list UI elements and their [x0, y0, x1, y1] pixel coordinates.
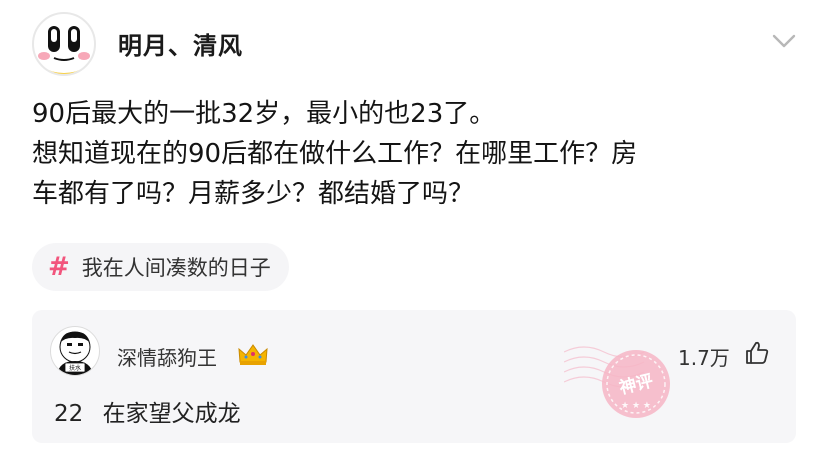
comment-text-row: 22 在家望父成龙 — [54, 394, 241, 428]
post-line: 想知道现在的90后都在做什么工作？在哪里工作？房 — [32, 139, 638, 169]
hashtag-icon: # — [48, 252, 70, 282]
like-count: 1.7万 — [678, 346, 730, 370]
commenter-avatar[interactable]: 扶水 — [50, 326, 100, 376]
crown-icon — [238, 344, 268, 365]
avatar-caption: 扶水 — [69, 364, 81, 372]
post-line: 90后最大的一批32岁，最小的也23了。 — [32, 99, 496, 129]
meme-face-icon: 扶水 — [57, 331, 93, 375]
post-text: 90后最大的一批32岁，最小的也23了。 想知道现在的90后都在做什么工作？在哪… — [32, 94, 802, 214]
svg-text:★ ★ ★: ★ ★ ★ — [621, 401, 651, 411]
hot-comment-card[interactable]: 神评 ★ ★ ★ 扶水 深情舔狗王 1.7万 22 在家望父成龙 — [32, 310, 796, 443]
author-avatar[interactable] — [32, 12, 96, 76]
shenping-stamp-icon: 神评 ★ ★ ★ — [564, 346, 670, 418]
post-line: 车都有了吗？月薪多少？都结婚了吗？ — [32, 179, 475, 209]
topic-tag[interactable]: # 我在人间凑数的日子 — [32, 243, 289, 291]
cartoon-face-icon — [38, 26, 90, 74]
chevron-down-icon[interactable] — [768, 28, 800, 54]
topic-label: 我在人间凑数的日子 — [81, 256, 271, 280]
comment-text: 在家望父成龙 — [102, 401, 241, 427]
thumb-up-icon[interactable] — [744, 340, 770, 366]
commenter-name[interactable]: 深情舔狗王 — [117, 342, 217, 371]
author-name[interactable]: 明月、清风 — [118, 26, 243, 61]
comment-number: 22 — [54, 401, 84, 427]
